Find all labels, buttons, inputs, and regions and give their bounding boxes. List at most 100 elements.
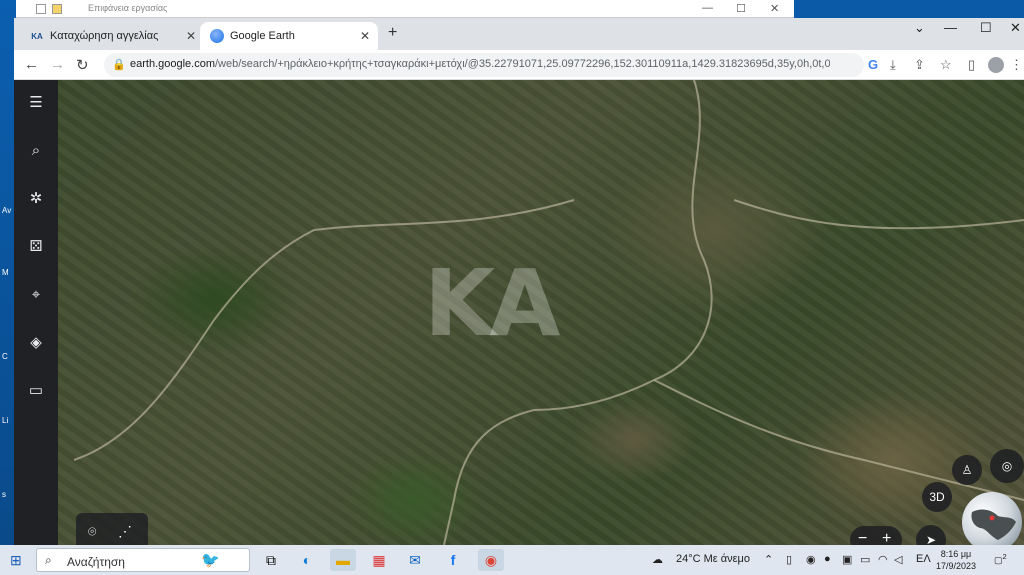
background-window[interactable]: Επιφάνεια εργασίας — ☐ ✕ [16, 0, 794, 18]
close-icon[interactable]: ✕ [360, 29, 370, 43]
store-icon[interactable]: ▦ [366, 549, 392, 571]
language-indicator[interactable]: ΕΛ [916, 553, 931, 565]
road [313, 199, 575, 231]
new-tab-button[interactable]: + [388, 24, 397, 42]
volume-icon[interactable]: ◁ [894, 553, 902, 566]
ka-logo-icon: KA [31, 31, 43, 41]
tab-bar: KA Καταχώρηση αγγελίας ✕ Google Earth ✕ … [14, 18, 1024, 50]
lock-icon: 🔒 [112, 59, 126, 71]
reload-icon[interactable]: ↻ [76, 56, 89, 74]
zoom-in-button[interactable]: + [882, 530, 891, 545]
road [533, 80, 713, 411]
globe-location-dot [989, 515, 995, 521]
desktop-label[interactable]: Li [2, 416, 8, 425]
taskbar: ⊞ ⌕ Αναζήτηση 🐦 ⧉ ◐ ▬ ▦ ✉ f ◉ ☁ 24°C Με … [0, 545, 1024, 575]
more-icon[interactable]: ⋮ [1010, 57, 1023, 73]
url-path: /web/search/+ηράκλειο+κρήτης+τσαγκαράκι+… [215, 58, 830, 70]
maximize-icon[interactable]: ☐ [736, 2, 746, 15]
browser-window: KA Καταχώρηση αγγελίας ✕ Google Earth ✕ … [14, 18, 1024, 545]
side-panel-icon[interactable]: ▯ [968, 57, 975, 73]
zoom-out-button[interactable]: − [858, 530, 867, 545]
url-text: earth.google.com/web/search/+ηράκλειο+κρ… [130, 58, 830, 70]
view-3d-button[interactable]: 3D [922, 482, 952, 512]
usb-icon[interactable]: ▯ [786, 553, 792, 566]
screen-icon[interactable]: ▣ [842, 553, 852, 566]
road [443, 409, 535, 545]
dice-icon[interactable]: ⚄ [26, 236, 46, 256]
time: 8:16 μμ [940, 549, 972, 559]
road [73, 229, 315, 461]
search-icon[interactable]: ⌕ [26, 140, 46, 160]
pin-icon[interactable]: ⌖ [26, 284, 46, 304]
desktop-label[interactable]: s [2, 490, 6, 499]
menu-icon[interactable]: ☰ [26, 92, 46, 112]
record-icon[interactable]: ● [824, 553, 831, 565]
search-icon: ⌕ [45, 553, 52, 567]
url-host: earth.google.com [130, 58, 215, 70]
pegman-icon[interactable]: ♙ [952, 455, 982, 485]
desktop-label[interactable]: C [2, 352, 8, 361]
date: 17/9/2023 [935, 561, 977, 571]
close-icon[interactable]: ✕ [186, 29, 196, 43]
clock[interactable]: 8:16 μμ 17/9/2023 [932, 548, 980, 572]
bird-illustration-icon: 🐦 [201, 552, 220, 569]
mail-icon[interactable]: ✉ [402, 549, 428, 571]
notification-icon[interactable]: ▢2 [994, 552, 1010, 568]
my-location-icon[interactable]: ◎ [990, 449, 1024, 483]
maximize-icon[interactable]: ☐ [980, 20, 992, 36]
browser-toolbar: ← → ↻ 🔒 earth.google.com/web/search/+ηρά… [14, 50, 1024, 80]
install-icon[interactable]: ⤓ [890, 57, 896, 73]
taskbar-search[interactable]: ⌕ Αναζήτηση 🐦 [36, 548, 250, 572]
globe-minimap[interactable] [962, 492, 1022, 545]
tab-google-earth[interactable]: Google Earth ✕ [200, 22, 378, 50]
minimize-icon[interactable]: — [944, 20, 957, 35]
facebook-icon[interactable]: f [440, 549, 466, 571]
desktop-label[interactable]: Av [2, 206, 11, 215]
notification-count: 2 [1002, 552, 1007, 561]
star-icon[interactable]: ☆ [940, 57, 952, 73]
tab-label: Google Earth [230, 30, 295, 42]
wifi-icon[interactable]: ◠ [878, 553, 888, 566]
path-icon[interactable]: ⋰ [118, 523, 132, 540]
placemark-icon[interactable]: ⌾ [88, 523, 96, 540]
zoom-control: − + [850, 526, 902, 545]
chevron-down-icon[interactable]: ⌄ [914, 20, 925, 36]
layers-icon[interactable]: ◈ [26, 332, 46, 352]
watermark-logo: KA [424, 250, 560, 357]
task-view-icon[interactable]: ⧉ [258, 549, 284, 571]
desktop-label[interactable]: M [2, 268, 9, 277]
globe-map-icon [971, 509, 1016, 540]
chrome-icon[interactable]: ◉ [478, 549, 504, 571]
close-icon[interactable]: ✕ [1010, 20, 1021, 36]
chevron-up-icon[interactable]: ⌃ [764, 553, 773, 566]
measure-panel: ⌾ ⋰ [76, 513, 148, 545]
folder-icon [52, 4, 62, 14]
forward-icon[interactable]: → [50, 56, 65, 73]
edge-icon[interactable]: ◐ [294, 549, 320, 571]
globe-landmass [971, 509, 1016, 540]
file-explorer-icon[interactable]: ▬ [330, 549, 356, 571]
back-icon[interactable]: ← [24, 56, 39, 73]
mic-icon[interactable]: ◉ [806, 553, 816, 566]
tab-listing[interactable]: KA Καταχώρηση αγγελίας ✕ [20, 22, 204, 50]
minimize-icon[interactable]: — [702, 2, 713, 14]
battery-icon[interactable]: ▭ [860, 553, 870, 566]
tab-label: Καταχώρηση αγγελίας [50, 30, 159, 42]
checkbox-icon [36, 4, 46, 14]
window-title: Επιφάνεια εργασίας [88, 3, 168, 13]
search-placeholder: Αναζήτηση [67, 555, 125, 569]
road [733, 199, 1024, 230]
windows-start-icon[interactable]: ⊞ [10, 552, 22, 569]
avatar[interactable] [988, 57, 1004, 73]
address-bar[interactable]: 🔒 earth.google.com/web/search/+ηράκλειο+… [104, 53, 864, 77]
ruler-icon[interactable]: ▭ [26, 380, 46, 400]
close-icon[interactable]: ✕ [770, 2, 779, 15]
weather-text[interactable]: 24°C Με άνεμο [676, 553, 750, 565]
share-icon[interactable]: ⇪ [914, 57, 925, 73]
weather-icon[interactable]: ☁ [652, 553, 663, 566]
earth-map-view[interactable]: KA ☰ ⌕ ✲ ⚄ ⌖ ◈ ▭ ⌾ ⋰ ♙ ◎ 3D − + ➤ [14, 80, 1024, 545]
earth-sidebar: ☰ ⌕ ✲ ⚄ ⌖ ◈ ▭ [14, 80, 58, 545]
earth-icon [210, 29, 224, 43]
voyager-icon[interactable]: ✲ [26, 188, 46, 208]
google-icon[interactable]: G [868, 57, 878, 72]
